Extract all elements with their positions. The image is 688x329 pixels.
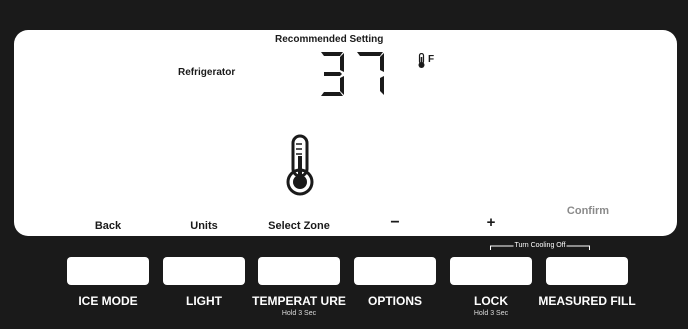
lock-label: LOCK	[474, 294, 508, 308]
turn-cooling-off-label: Turn Cooling Off	[513, 242, 567, 249]
recommended-setting-label: Recommended Setting	[275, 34, 384, 45]
light-label: LIGHT	[186, 294, 222, 308]
zone-label: Refrigerator	[178, 67, 236, 78]
confirm-key[interactable]: Confirm	[567, 205, 609, 217]
lock-hold-label: Hold 3 Sec	[473, 310, 509, 317]
unit-label: F	[428, 54, 435, 65]
ice-mode-button[interactable]	[67, 257, 149, 285]
units-key[interactable]: Units	[190, 220, 218, 232]
temperature-digits	[321, 52, 384, 96]
lock-button[interactable]	[450, 257, 532, 285]
temperature-label: TEMPERAT URE	[252, 294, 346, 308]
temperature-button[interactable]	[258, 257, 340, 285]
measured-fill-button[interactable]	[546, 257, 628, 285]
options-label: OPTIONS	[367, 294, 423, 308]
minus-key[interactable]: −	[390, 214, 399, 232]
ice-mode-label: ICE MODE	[78, 294, 138, 308]
options-button[interactable]	[354, 257, 436, 285]
temperature-hold-label: Hold 3 Sec	[281, 310, 317, 317]
measured-fill-label: MEASURED FILL	[538, 294, 636, 308]
light-button[interactable]	[163, 257, 245, 285]
thermometer-icon	[286, 134, 314, 196]
back-key[interactable]: Back	[95, 220, 121, 232]
plus-key[interactable]: +	[487, 214, 496, 231]
select-zone-key[interactable]: Select Zone	[268, 220, 330, 232]
